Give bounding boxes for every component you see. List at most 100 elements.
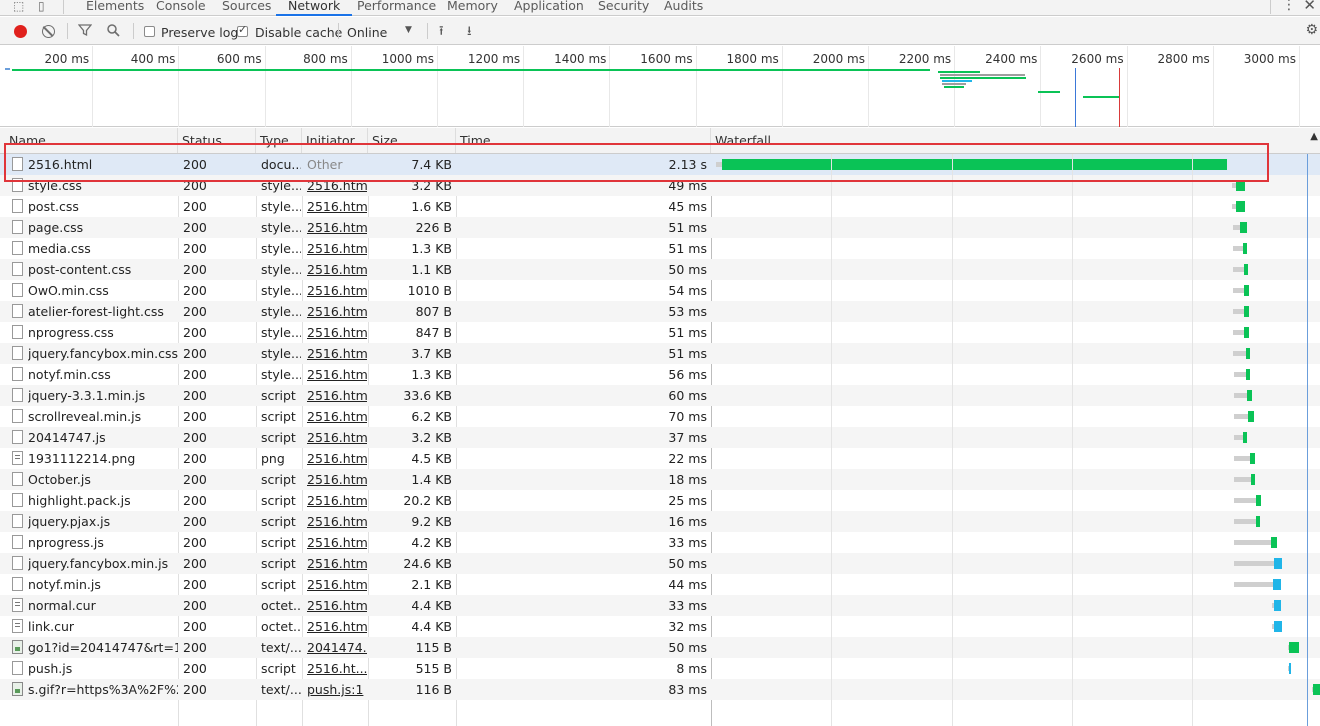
- waterfall-bar[interactable]: [0, 684, 1320, 695]
- request-row[interactable]: notyf.min.css 200 style... 2516.html 1.3 KB 5…: [0, 364, 1320, 385]
- gear-icon[interactable]: ⚙: [1305, 22, 1318, 38]
- waterfall-gridline: [952, 154, 953, 726]
- waterfall-bar[interactable]: [0, 600, 1320, 611]
- request-row[interactable]: nprogress.js 200 script 2516.html 4.2 KB 33 m…: [0, 532, 1320, 553]
- request-row[interactable]: post.css 200 style... 2516.html 1.6 KB 45 ms: [0, 196, 1320, 217]
- waterfall-bar[interactable]: [0, 537, 1320, 548]
- close-icon[interactable]: ✕: [1303, 0, 1316, 14]
- waterfall-bar[interactable]: [0, 264, 1320, 275]
- waterfall-bar[interactable]: [0, 432, 1320, 443]
- tab-security[interactable]: Security: [598, 0, 649, 15]
- import-har-icon[interactable]: ⭱: [439, 22, 444, 44]
- waterfall-bar[interactable]: [0, 642, 1320, 653]
- filter-icon[interactable]: [78, 23, 92, 37]
- waterfall-bar[interactable]: [0, 579, 1320, 590]
- waterfall-bar[interactable]: [0, 558, 1320, 569]
- request-row[interactable]: jquery.fancybox.min.js 200 script 2516.html…: [0, 553, 1320, 574]
- sort-ascending-icon[interactable]: ▲: [1310, 131, 1318, 142]
- inspect-element-icon[interactable]: ⬚: [13, 0, 27, 14]
- overview-tick-label: 1600 ms: [640, 52, 693, 66]
- overview-tick-label: 2200 ms: [898, 52, 952, 66]
- waterfall-bar[interactable]: [0, 348, 1320, 359]
- tab-sources[interactable]: Sources: [222, 0, 271, 15]
- waterfall-bar[interactable]: [0, 201, 1320, 212]
- request-row[interactable]: page.css 200 style... 2516.html 226 B 51 ms: [0, 217, 1320, 238]
- tab-application[interactable]: Application: [514, 0, 584, 15]
- request-row[interactable]: highlight.pack.js 200 script 2516.html 20.2 …: [0, 490, 1320, 511]
- column-header-time[interactable]: Time: [456, 128, 711, 153]
- request-row[interactable]: style.css 200 style... 2516.html 3.2 KB 49 ms: [0, 175, 1320, 196]
- request-row[interactable]: 1931112214.png 200 png 2516.html 4.5 KB 22 ms: [0, 448, 1320, 469]
- request-row[interactable]: go1?id=20414747&rt=15...200text/...20414…: [0, 637, 1320, 658]
- preserve-log-checkbox[interactable]: [144, 26, 155, 37]
- overview-bar: [942, 83, 966, 85]
- column-header-size[interactable]: Size: [368, 128, 456, 153]
- request-row[interactable]: 2516.html 200 docu... Other 7.4 KB 2.13 s: [0, 154, 1320, 175]
- waterfall-bar[interactable]: [0, 306, 1320, 317]
- overview-bar: [1083, 96, 1119, 98]
- overview-gridline: [350, 46, 352, 127]
- waterfall-download-segment: [1274, 558, 1282, 569]
- request-row[interactable]: link.cur 200 octet... 2516.html 4.4 KB 32 ms: [0, 616, 1320, 637]
- waterfall-bar[interactable]: [0, 369, 1320, 380]
- column-header-initiator[interactable]: Initiator: [302, 128, 368, 153]
- request-row[interactable]: OwO.min.css 200 style... 2516.html 1010 B 54 …: [0, 280, 1320, 301]
- disable-cache-checkbox[interactable]: [237, 23, 248, 37]
- waterfall-bar[interactable]: [0, 327, 1320, 338]
- waterfall-bar[interactable]: [0, 411, 1320, 422]
- waterfall-bar[interactable]: [0, 621, 1320, 632]
- network-overview[interactable]: 200 ms 400 ms 600 ms 800 ms 1000 ms 1200 ms 14…: [0, 46, 1320, 127]
- request-row[interactable]: nprogress.css 200 style... 2516.html 847 B 51…: [0, 322, 1320, 343]
- throttling-select[interactable]: Online: [347, 25, 387, 40]
- waterfall-bar[interactable]: [0, 285, 1320, 296]
- tab-network[interactable]: Network: [275, 0, 353, 16]
- waterfall-bar[interactable]: [0, 159, 1320, 170]
- record-button[interactable]: [14, 25, 27, 38]
- waterfall-bar[interactable]: [0, 180, 1320, 191]
- dropdown-arrow-icon[interactable]: ▼: [405, 25, 412, 35]
- request-row[interactable]: push.js 200 script 2516.ht... 515 B8 ms: [0, 658, 1320, 679]
- waterfall-bar[interactable]: [0, 222, 1320, 233]
- device-toolbar-icon[interactable]: ▯: [38, 0, 52, 14]
- request-row[interactable]: notyf.min.js 200 script 2516.html 2.1 KB 44 m…: [0, 574, 1320, 595]
- request-row[interactable]: media.css 200 style... 2516.html 1.3 KB 51 ms: [0, 238, 1320, 259]
- overview-tick-label: 2400 ms: [985, 52, 1038, 66]
- waterfall-bar[interactable]: [0, 243, 1320, 254]
- column-header-waterfall[interactable]: Waterfall ▲: [711, 128, 1320, 153]
- overview-gridline: [264, 46, 266, 127]
- waterfall-bar[interactable]: [0, 453, 1320, 464]
- request-row[interactable]: normal.cur 200 octet... 2516.html 4.4 KB 33 m…: [0, 595, 1320, 616]
- request-row[interactable]: jquery.pjax.js 200 script 2516.html 9.2 KB 16…: [0, 511, 1320, 532]
- dom-content-loaded-marker: [1075, 68, 1076, 127]
- waterfall-bar[interactable]: [0, 474, 1320, 485]
- clear-button[interactable]: [42, 25, 55, 38]
- waterfall-bar[interactable]: [0, 390, 1320, 401]
- waterfall-bar[interactable]: [0, 663, 1320, 674]
- waterfall-waiting-segment: [1233, 246, 1243, 251]
- search-icon[interactable]: [106, 23, 120, 37]
- waterfall-download-segment: [1246, 348, 1250, 359]
- overview-tick-label: 2600 ms: [1071, 52, 1124, 66]
- tab-console[interactable]: Console: [156, 0, 206, 15]
- request-row[interactable]: scrollreveal.min.js 200 script 2516.html 6.2…: [0, 406, 1320, 427]
- request-row[interactable]: s.gif?r=https%3A%2F%2F...200text/...push…: [0, 679, 1320, 700]
- request-row[interactable]: post-content.css 200 style... 2516.html 1.1 …: [0, 259, 1320, 280]
- tab-elements[interactable]: Elements: [86, 0, 144, 15]
- waterfall-bar[interactable]: [0, 495, 1320, 506]
- column-header-name[interactable]: Name: [5, 128, 178, 153]
- tab-memory[interactable]: Memory: [447, 0, 498, 15]
- request-row[interactable]: atelier-forest-light.css 200 style... 2516.…: [0, 301, 1320, 322]
- request-row[interactable]: jquery-3.3.1.min.js 200 script 2516.html 33.…: [0, 385, 1320, 406]
- tab-performance[interactable]: Performance: [357, 0, 436, 15]
- waterfall-waiting-segment: [1233, 351, 1246, 356]
- waterfall-waiting-segment: [1234, 582, 1273, 587]
- tab-audits[interactable]: Audits: [664, 0, 703, 15]
- column-header-status[interactable]: Status: [178, 128, 256, 153]
- more-options-icon[interactable]: ⋮: [1282, 0, 1296, 13]
- request-row[interactable]: 20414747.js 200 script 2516.html 3.2 KB 37 ms: [0, 427, 1320, 448]
- waterfall-bar[interactable]: [0, 516, 1320, 527]
- column-header-type[interactable]: Type: [256, 128, 302, 153]
- request-row[interactable]: jquery.fancybox.min.css 200 style... 2516.h…: [0, 343, 1320, 364]
- export-har-icon[interactable]: ⭳: [467, 22, 472, 44]
- request-row[interactable]: October.js 200 script 2516.html 1.4 KB 18 ms: [0, 469, 1320, 490]
